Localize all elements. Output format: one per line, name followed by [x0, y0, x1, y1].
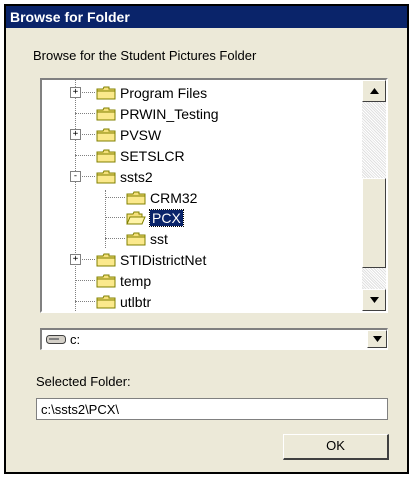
- drive-dropdown-button[interactable]: [367, 330, 387, 348]
- folder-icon: [96, 253, 116, 267]
- tree-line: [105, 217, 125, 219]
- folder-icon: [96, 149, 116, 163]
- folder-icon: [96, 107, 116, 121]
- drive-combobox[interactable]: c:: [40, 328, 388, 350]
- tree-line: [105, 238, 125, 240]
- tree-item-label: PVSW: [120, 126, 162, 143]
- folder-icon: [96, 274, 116, 288]
- tree-item-label: Program Files: [120, 85, 208, 101]
- tree-item-prwin-testing[interactable]: PRWIN_Testing: [96, 103, 219, 125]
- tree-line: [75, 112, 95, 114]
- expand-button[interactable]: +: [70, 128, 81, 140]
- selected-folder-label: Selected Folder:: [36, 374, 131, 389]
- expand-button[interactable]: +: [70, 87, 81, 98]
- vertical-scrollbar[interactable]: [362, 80, 386, 311]
- chevron-down-icon: [372, 336, 382, 342]
- folder-icon: [96, 128, 116, 142]
- ok-button[interactable]: OK: [283, 434, 389, 460]
- tree-item-crm32[interactable]: CRM32: [126, 187, 197, 209]
- folder-tree[interactable]: + Program Files PRWIN_Testing + PVSW SETSLCR -…: [40, 78, 388, 313]
- arrow-down-icon: [369, 297, 379, 303]
- selected-folder-field[interactable]: c:\ssts2\PCX\: [36, 398, 388, 420]
- drive-icon: [46, 335, 66, 344]
- drive-value: c:: [70, 332, 81, 347]
- tree-item-pcx[interactable]: PCX: [126, 207, 184, 229]
- tree-item-label: STIDistrictNet: [120, 252, 207, 269]
- tree-line: [75, 280, 95, 282]
- tree-line: [105, 196, 125, 198]
- tree-item-stidistrictnet[interactable]: STIDistrictNet: [96, 249, 206, 271]
- tree-item-setslcr[interactable]: SETSLCR: [96, 145, 185, 167]
- open-folder-icon: [126, 211, 146, 225]
- tree-line: [75, 154, 95, 156]
- tree-item-ssts2[interactable]: ssts2: [96, 166, 153, 188]
- tree-item-pvsw[interactable]: PVSW: [96, 124, 161, 146]
- folder-icon: [96, 295, 116, 309]
- folder-icon: [96, 86, 116, 100]
- tree-item-label: ssts2: [120, 168, 153, 185]
- folder-tree-viewport: + Program Files PRWIN_Testing + PVSW SETSLCR -…: [42, 80, 362, 311]
- tree-item-label: temp: [120, 273, 152, 290]
- tree-line: [75, 301, 95, 302]
- instruction-text: Browse for the Student Pictures Folder: [33, 48, 257, 63]
- tree-item-label: PCX: [149, 209, 184, 228]
- dialog-title: Browse for Folder: [6, 6, 407, 28]
- tree-item-temp[interactable]: temp: [96, 270, 151, 292]
- scroll-thumb[interactable]: [362, 178, 386, 268]
- tree-item-label: PRWIN_Testing: [120, 105, 219, 122]
- tree-item-program-files[interactable]: Program Files: [96, 82, 207, 104]
- expand-button[interactable]: +: [70, 254, 81, 266]
- tree-item-label: SETSLCR: [120, 147, 185, 164]
- folder-icon: [96, 170, 116, 184]
- tree-item-sst[interactable]: sst: [126, 228, 168, 250]
- tree-item-label: sst: [150, 231, 168, 248]
- folder-icon: [126, 191, 146, 205]
- folder-icon: [126, 232, 146, 246]
- tree-item-utlbtr[interactable]: utlbtr: [96, 291, 151, 311]
- arrow-up-icon: [369, 88, 379, 94]
- scroll-down-button[interactable]: [362, 289, 386, 311]
- collapse-button[interactable]: -: [70, 170, 81, 182]
- tree-line: [105, 190, 106, 248]
- scroll-up-button[interactable]: [362, 80, 386, 102]
- tree-item-label: CRM32: [150, 189, 198, 206]
- tree-item-label: utlbtr: [120, 294, 152, 310]
- tree-line: [75, 80, 76, 311]
